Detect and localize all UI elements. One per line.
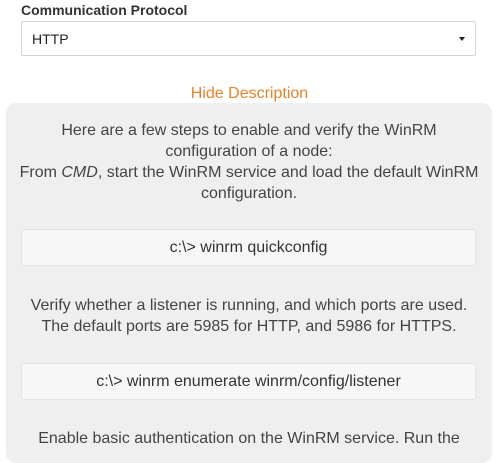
description-step-1: Here are a few steps to enable and verif…	[6, 120, 492, 204]
protocol-field-label: Communication Protocol	[21, 2, 188, 18]
code-block-quickconfig: c:\> winrm quickconfig	[21, 229, 476, 266]
description-panel: Here are a few steps to enable and verif…	[6, 103, 492, 463]
step3-line1: Enable basic authentication on the WinRM…	[38, 430, 460, 447]
chevron-down-icon	[459, 37, 465, 41]
hide-description-link[interactable]: Hide Description	[0, 85, 499, 103]
step1-line3-suffix: , start the WinRM service and load the d…	[97, 164, 479, 181]
step1-line4: configuration.	[200, 185, 298, 202]
protocol-select[interactable]: HTTP	[21, 21, 476, 56]
description-step-2: Verify whether a listener is running, an…	[6, 295, 492, 337]
step1-line3: From CMD, start the WinRM service and lo…	[6, 162, 492, 183]
description-step-3: Enable basic authentication on the WinRM…	[6, 428, 492, 449]
cmd-emphasis: CMD	[61, 164, 98, 181]
step1-line2: configuration of a node:	[165, 143, 333, 160]
code-block-listener: c:\> winrm enumerate winrm/config/listen…	[21, 363, 476, 400]
protocol-select-value: HTTP	[32, 31, 69, 47]
step2-line2: The default ports are 5985 for HTTP, and…	[41, 318, 457, 335]
step2-line1: Verify whether a listener is running, an…	[30, 297, 468, 314]
step1-line3-prefix: From	[19, 164, 62, 181]
step1-line1: Here are a few steps to enable and verif…	[61, 122, 437, 139]
